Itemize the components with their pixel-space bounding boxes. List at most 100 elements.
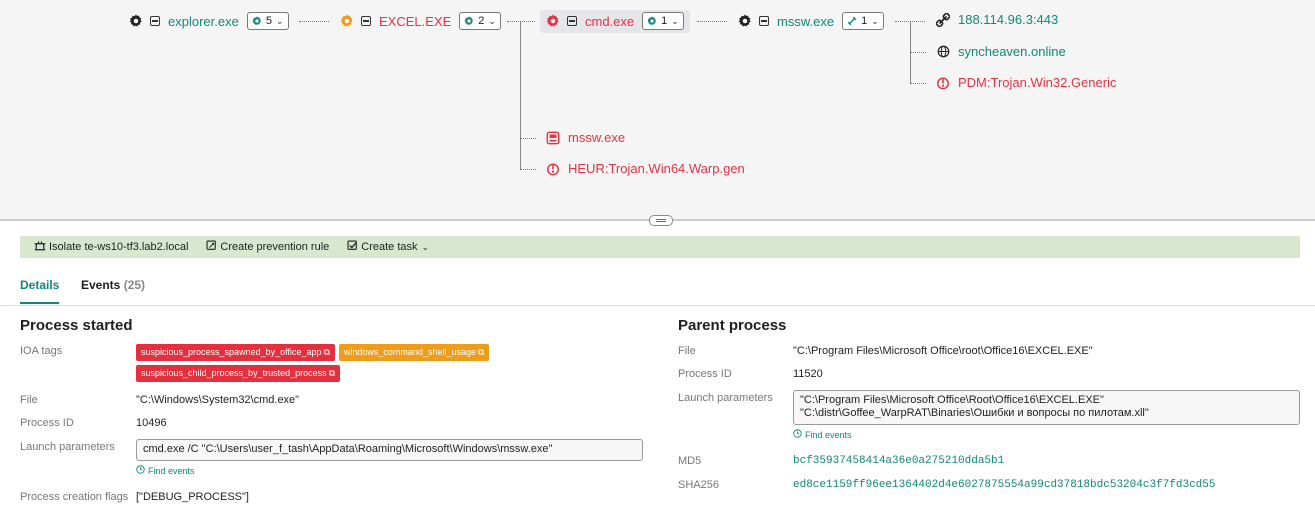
file-node[interactable]: mssw.exe bbox=[546, 130, 625, 145]
pid-label: Process ID bbox=[20, 417, 74, 429]
clock-icon bbox=[793, 429, 802, 440]
process-node-explorer[interactable]: explorer.exe 5 ⌄ bbox=[129, 10, 289, 32]
parent-section-title: Parent process bbox=[678, 317, 787, 334]
parent-pid-label: Process ID bbox=[678, 368, 732, 380]
detection-node[interactable]: PDM:Trojan.Win32.Generic bbox=[936, 75, 1116, 90]
process-node-cmd[interactable]: cmd.exe 1 ⌄ bbox=[546, 10, 684, 32]
task-label: Create task bbox=[361, 241, 418, 253]
tab-details-label: Details bbox=[20, 278, 60, 292]
gear-icon bbox=[647, 16, 657, 25]
find-events-link[interactable]: Find events bbox=[136, 465, 195, 476]
detection-icon bbox=[546, 162, 560, 176]
connector bbox=[520, 138, 536, 139]
file-name[interactable]: mssw.exe bbox=[568, 130, 625, 145]
launch-parameters-label: Launch parameters bbox=[20, 441, 115, 453]
resize-handle[interactable] bbox=[649, 215, 673, 226]
ioa-tag[interactable]: suspicious_child_process_by_trusted_proc… bbox=[136, 365, 341, 382]
process-name[interactable]: mssw.exe bbox=[777, 14, 834, 29]
badge-count: 5 bbox=[265, 15, 272, 27]
isolate-button[interactable]: Isolate te-ws10-tf3.lab2.local bbox=[34, 240, 188, 255]
chevron-down-icon: ⌄ bbox=[871, 15, 879, 26]
process-tree-graph: explorer.exe 5 ⌄ EXCEL.EXE 2 ⌄ cmd.exe 1… bbox=[0, 0, 1315, 219]
gear-icon bbox=[738, 14, 752, 28]
badge-count: 2 bbox=[478, 15, 485, 27]
ioa-tag[interactable]: suspicious_process_spawned_by_office_app… bbox=[136, 344, 335, 361]
tab-bar: Details Events (25) bbox=[0, 268, 1315, 306]
clock-icon bbox=[136, 465, 145, 476]
globe-icon bbox=[936, 45, 950, 59]
sha256-label: SHA256 bbox=[678, 479, 719, 491]
children-count-badge[interactable]: 5 ⌄ bbox=[246, 12, 289, 30]
process-node-mssw[interactable]: mssw.exe 1 ⌄ bbox=[738, 10, 884, 32]
badge-count: 1 bbox=[661, 15, 668, 27]
chevron-down-icon: ⌄ bbox=[275, 15, 284, 26]
md5-label: MD5 bbox=[678, 455, 702, 467]
parent-find-events-link[interactable]: Find events bbox=[793, 429, 852, 440]
connector bbox=[520, 169, 536, 170]
isolate-label: Isolate te-ws10-tf3.lab2.local bbox=[49, 241, 189, 253]
parent-file-path-link[interactable]: "C:\Program Files\Microsoft Office\root\… bbox=[793, 345, 1093, 357]
md5-hash-link[interactable]: bcf35937458414a36e0a275210dda5b1 bbox=[793, 455, 1004, 467]
external-link-icon: ⧉ bbox=[323, 347, 330, 357]
task-icon bbox=[347, 240, 358, 254]
children-count-badge[interactable]: 1 ⌄ bbox=[642, 12, 684, 30]
gear-icon bbox=[464, 16, 474, 25]
parent-launch-parameters-field[interactable]: "C:\Program Files\Microsoft Office\Root\… bbox=[793, 390, 1300, 425]
connector bbox=[299, 21, 329, 22]
pid-link[interactable]: 10496 bbox=[136, 417, 167, 429]
connector bbox=[507, 21, 535, 22]
collapse-icon[interactable] bbox=[361, 16, 371, 26]
create-task-button[interactable]: Create task ⌄ bbox=[347, 240, 429, 254]
detection-name[interactable]: HEUR:Trojan.Win64.Warp.gen bbox=[568, 161, 745, 176]
external-link-icon: ⧉ bbox=[477, 347, 485, 357]
ioa-tags: suspicious_process_spawned_by_office_app… bbox=[136, 344, 536, 382]
detection-name[interactable]: PDM:Trojan.Win32.Generic bbox=[958, 75, 1116, 90]
chevron-down-icon: ⌄ bbox=[671, 15, 679, 26]
gear-icon bbox=[129, 14, 143, 28]
gear-icon bbox=[340, 14, 354, 28]
sha256-hash-link[interactable]: ed8ce1159ff96ee1364402d4e6027875554a99cd… bbox=[793, 479, 1215, 491]
detection-icon bbox=[936, 76, 950, 90]
create-prevention-rule-button[interactable]: Create prevention rule bbox=[206, 240, 329, 254]
process-name[interactable]: cmd.exe bbox=[585, 14, 634, 29]
process-name[interactable]: EXCEL.EXE bbox=[379, 14, 451, 29]
process-node-excel[interactable]: EXCEL.EXE 2 ⌄ bbox=[340, 10, 501, 32]
gear-icon bbox=[252, 16, 261, 25]
badge-count: 1 bbox=[861, 15, 868, 27]
link-icon bbox=[847, 16, 857, 26]
children-count-badge[interactable]: 2 ⌄ bbox=[459, 12, 501, 30]
gear-icon bbox=[546, 14, 560, 28]
chevron-down-icon: ⌄ bbox=[488, 15, 496, 26]
tab-details[interactable]: Details bbox=[20, 278, 60, 304]
prevention-icon bbox=[206, 240, 217, 254]
children-count-badge[interactable]: 1 ⌄ bbox=[842, 12, 884, 30]
action-bar: Isolate te-ws10-tf3.lab2.local Create pr… bbox=[20, 236, 1300, 258]
network-connection-domain[interactable]: syncheaven.online bbox=[936, 44, 1066, 59]
events-count: (25) bbox=[123, 278, 146, 292]
process-name[interactable]: explorer.exe bbox=[168, 14, 239, 29]
collapse-icon[interactable] bbox=[567, 16, 577, 26]
connector bbox=[910, 52, 926, 53]
launch-parameters-field[interactable]: cmd.exe /C "C:\Users\user_f_tash\AppData… bbox=[136, 439, 643, 461]
parent-launch-parameters-label: Launch parameters bbox=[678, 392, 773, 404]
file-label: File bbox=[20, 394, 38, 406]
file-path-link[interactable]: "C:\Windows\System32\cmd.exe" bbox=[136, 394, 299, 406]
creation-flags-label: Process creation flags bbox=[20, 491, 129, 503]
detection-node[interactable]: HEUR:Trojan.Win64.Warp.gen bbox=[546, 161, 745, 176]
file-icon bbox=[546, 131, 560, 145]
connector bbox=[697, 21, 727, 22]
collapse-icon[interactable] bbox=[150, 16, 160, 26]
ioa-tag[interactable]: windows_command_shell_usage ⧉ bbox=[338, 344, 490, 361]
collapse-icon[interactable] bbox=[759, 16, 769, 26]
connector bbox=[910, 83, 926, 84]
domain-name[interactable]: syncheaven.online bbox=[958, 44, 1066, 59]
creation-flags-value: ["DEBUG_PROCESS"] bbox=[136, 491, 249, 503]
parent-file-label: File bbox=[678, 345, 696, 357]
process-section-title: Process started bbox=[20, 317, 133, 334]
network-connection-ip[interactable]: 188.114.96.3:443 bbox=[936, 12, 1058, 27]
tab-events[interactable]: Events (25) bbox=[81, 278, 145, 302]
tab-events-label: Events bbox=[81, 278, 121, 292]
parent-pid-value: 11520 bbox=[793, 368, 823, 380]
ip-address[interactable]: 188.114.96.3:443 bbox=[958, 12, 1058, 27]
ioa-tags-label: IOA tags bbox=[20, 345, 63, 357]
